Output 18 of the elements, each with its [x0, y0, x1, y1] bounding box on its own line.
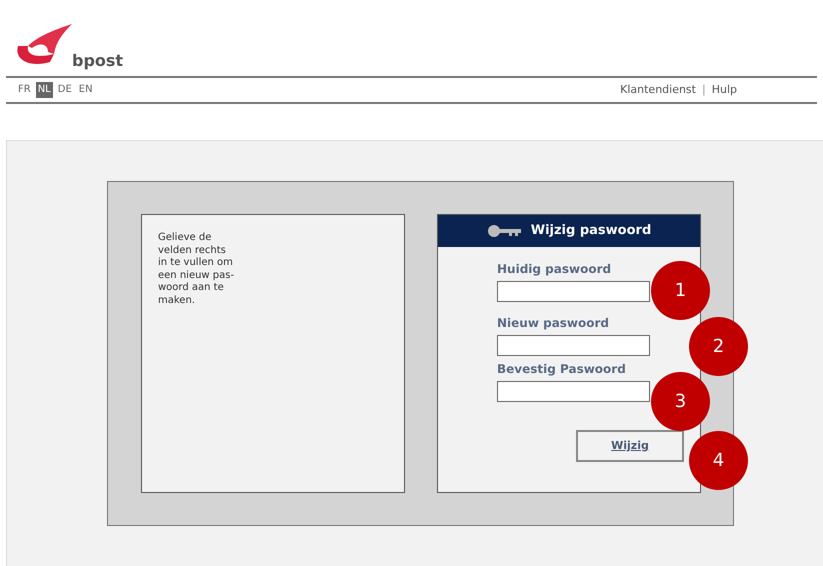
header-link[interactable]: Klantendienst	[620, 82, 696, 98]
language-link[interactable]: EN	[76, 82, 95, 98]
instructions-text: Gelieve de velden rechts in te vullen om een nieuw pas- woord aan te maken.	[158, 232, 236, 307]
password-field[interactable]	[497, 335, 650, 356]
language-link[interactable]: FR	[16, 82, 33, 98]
field-label: Bevestig Paswoord	[497, 361, 627, 378]
logo-text: bpost	[72, 53, 124, 69]
key-icon	[486, 224, 521, 238]
language-link[interactable]: DE	[56, 82, 74, 98]
language-link[interactable]: NL	[36, 82, 53, 98]
field-label: Nieuw paswoord	[497, 315, 610, 332]
field-label: Huidig paswoord	[497, 261, 612, 278]
password-field[interactable]	[497, 381, 650, 402]
submit-button[interactable]: Wijzig	[576, 430, 684, 462]
form-title: Wijzig paswoord	[530, 222, 652, 240]
password-field[interactable]	[497, 281, 650, 302]
header-link[interactable]: Hulp	[712, 82, 737, 98]
separator-text: |	[702, 82, 706, 98]
